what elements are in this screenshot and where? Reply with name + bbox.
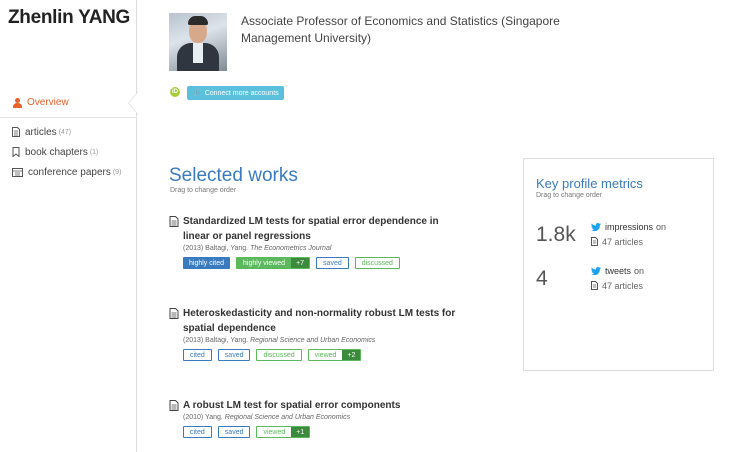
bookmark-icon bbox=[12, 147, 20, 157]
badge-viewed[interactable]: viewed +2 bbox=[307, 349, 362, 361]
selected-works-title: Selected works bbox=[169, 165, 298, 186]
sidebar-item-label: articles bbox=[25, 126, 57, 138]
work-meta: (2013) Baltagi, Yang. The Econometrics J… bbox=[183, 245, 459, 252]
metric-label: impressions bbox=[605, 221, 654, 232]
badge-label: highly viewed bbox=[237, 258, 292, 268]
work-title[interactable]: Standardized LM tests for spatial error … bbox=[183, 214, 459, 244]
sidebar-item-overview[interactable]: Overview bbox=[0, 88, 137, 118]
sidebar-item-label: book chapters bbox=[25, 146, 88, 158]
document-icon bbox=[591, 237, 598, 246]
sidebar-item-label: Overview bbox=[27, 97, 69, 108]
work-item[interactable]: Standardized LM tests for spatial error … bbox=[169, 214, 459, 269]
work-meta: (2013) Baltagi, Yang. Regional Science a… bbox=[183, 337, 459, 344]
badge-count: +2 bbox=[342, 350, 361, 360]
badge-viewed[interactable]: viewed +1 bbox=[256, 426, 311, 438]
badge-discussed[interactable]: discussed bbox=[256, 349, 302, 361]
document-icon bbox=[169, 308, 179, 319]
work-badges: cited saved viewed +1 bbox=[183, 426, 459, 438]
profile-photo bbox=[169, 13, 227, 71]
badge-count: +7 bbox=[291, 258, 310, 268]
metrics-title: Key profile metrics bbox=[536, 176, 643, 191]
document-icon bbox=[169, 216, 179, 227]
work-badges: highly cited highly viewed +7 saved discu… bbox=[183, 257, 459, 269]
work-authors: (2010) Yang. bbox=[183, 414, 223, 421]
metric-info: tweets on 47 articles bbox=[591, 263, 644, 293]
metrics-card[interactable]: Key profile metrics Drag to change order… bbox=[523, 158, 714, 371]
badge-cited[interactable]: cited bbox=[183, 349, 212, 361]
metric-info: impressions on 47 articles bbox=[591, 219, 666, 249]
work-title[interactable]: Heteroskedasticity and non-normality rob… bbox=[183, 306, 459, 336]
presentation-icon bbox=[12, 167, 23, 177]
work-authors: (2013) Baltagi, Yang. bbox=[183, 337, 249, 344]
work-journal: Regional Science and Urban Economics bbox=[250, 337, 376, 344]
metrics-subtitle: Drag to change order bbox=[536, 192, 603, 199]
orcid-icon[interactable]: iD bbox=[170, 87, 180, 97]
profile-affiliation: Associate Professor of Economics and Sta… bbox=[241, 14, 560, 45]
work-meta: (2010) Yang. Regional Science and Urban … bbox=[183, 414, 459, 421]
document-icon bbox=[591, 281, 598, 290]
metric-articles: 47 articles bbox=[602, 280, 644, 291]
sidebar: Zhenlin YANG Overview articles (47) book… bbox=[0, 0, 137, 452]
metric-value: 4 bbox=[536, 267, 548, 290]
work-title[interactable]: A robust LM test for spatial error compo… bbox=[183, 398, 400, 413]
badge-label: viewed bbox=[314, 351, 337, 359]
metric-on: on bbox=[656, 221, 667, 232]
person-icon bbox=[13, 97, 22, 108]
sidebar-item-articles[interactable]: articles (47) bbox=[12, 122, 121, 142]
metric-label: tweets bbox=[605, 265, 632, 276]
document-icon bbox=[169, 400, 179, 411]
work-item[interactable]: A robust LM test for spatial error compo… bbox=[169, 398, 459, 438]
badge-saved[interactable]: saved bbox=[217, 349, 251, 361]
metric-tweets[interactable]: 4 tweets on 47 articles bbox=[536, 263, 644, 293]
badge-highly-cited[interactable]: highly cited bbox=[183, 257, 231, 269]
sidebar-item-count: (47) bbox=[58, 128, 72, 136]
sidebar-item-book-chapters[interactable]: book chapters (1) bbox=[12, 142, 121, 162]
document-icon bbox=[12, 127, 20, 137]
connect-accounts-button[interactable]: 🔗 Connect more accounts bbox=[187, 86, 284, 100]
selected-works-subtitle: Drag to change order bbox=[170, 187, 237, 194]
sidebar-item-label: conference papers bbox=[28, 166, 111, 178]
badge-count: +1 bbox=[291, 427, 310, 437]
work-badges: cited saved discussed viewed +2 bbox=[183, 349, 459, 361]
sidebar-nav-list: articles (47) book chapters (1) conferen… bbox=[12, 122, 121, 182]
badge-saved[interactable]: saved bbox=[316, 257, 349, 269]
work-item[interactable]: Heteroskedasticity and non-normality rob… bbox=[169, 306, 459, 361]
badge-cited[interactable]: cited bbox=[183, 426, 212, 438]
metric-on: on bbox=[634, 265, 645, 276]
badge-highly-viewed[interactable]: highly viewed +7 bbox=[236, 257, 311, 269]
badge-saved[interactable]: saved bbox=[217, 426, 251, 438]
profile-name: Zhenlin YANG bbox=[8, 7, 131, 28]
work-journal: The Econometrics Journal bbox=[250, 245, 332, 252]
link-icon: 🔗 bbox=[192, 90, 201, 97]
badge-discussed[interactable]: discussed bbox=[354, 257, 400, 269]
metric-impressions[interactable]: 1.8k impressions on 47 articles bbox=[536, 219, 666, 249]
work-authors: (2013) Baltagi, Yang. bbox=[183, 245, 249, 252]
connect-accounts-label: Connect more accounts bbox=[204, 89, 279, 97]
sidebar-item-count: (9) bbox=[112, 168, 122, 176]
twitter-icon bbox=[591, 222, 601, 231]
twitter-icon bbox=[591, 266, 601, 275]
sidebar-item-count: (1) bbox=[89, 148, 99, 156]
metric-value: 1.8k bbox=[536, 223, 576, 246]
metric-articles: 47 articles bbox=[602, 236, 644, 247]
sidebar-item-conference-papers[interactable]: conference papers (9) bbox=[12, 162, 121, 182]
badge-label: viewed bbox=[263, 428, 286, 436]
work-journal: Regional Science and Urban Economics bbox=[224, 414, 351, 421]
